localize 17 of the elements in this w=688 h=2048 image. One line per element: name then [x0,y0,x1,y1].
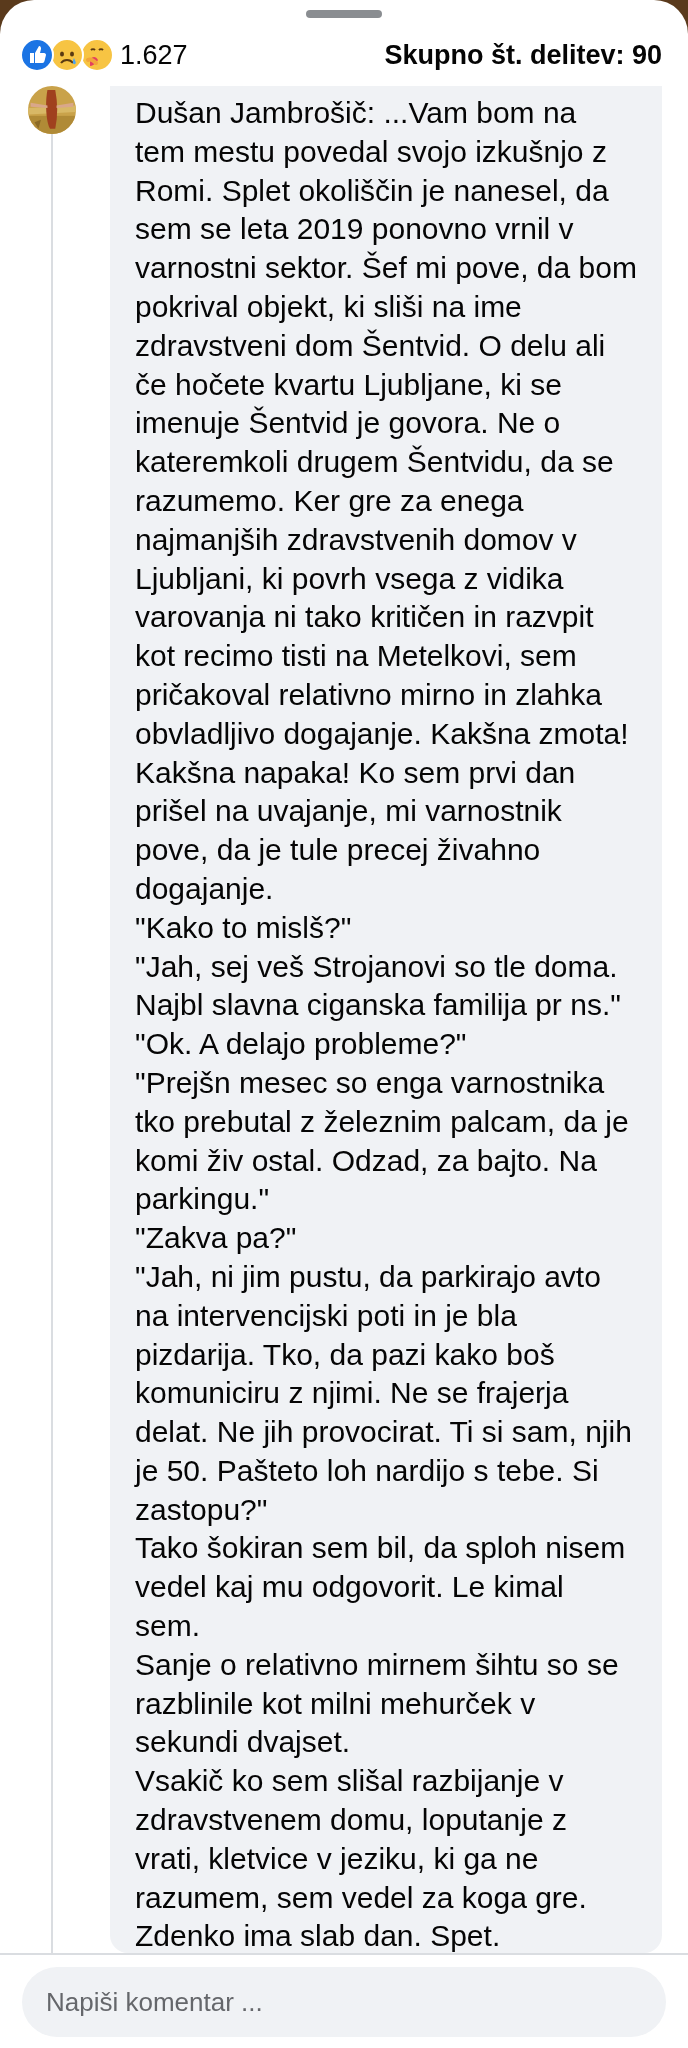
comment-text: Sanje o relativno mirnem šihtu so se razblinile kot milni mehurček v sekundi dvajset. [135,1646,620,1761]
sad-face-icon [50,38,84,72]
hug-face-icon [80,38,114,72]
share-count[interactable]: Skupno št. delitev: 90 [384,39,662,71]
comment-field[interactable]: Napiši komentar ... [22,1967,666,2037]
comment-text: Tako šokiran sem bil, da sploh nisem vedel kaj mu odgovorit. Le kimal sem. [135,1530,627,1645]
comment-text: "Jah, ni jim pustu, da parkirajo avto na intervencijski poti in je bla pizdarija. Tko, da pazi kako boš komuniciru z njimi. Ne se frajerja delat. Ne jih provocirat. Ti si sam, njih je 50. Pašteto loh nardijo s tebe. Si zastopu?" [135,1258,633,1528]
comment-text: Vsakič ko sem slišal razbijanje v zdravstvenem domu, loputanje z vrati, kletvice v jeziku, ki ga ne razumem, sem vedel za koga gre. Zdenko ima slab dan. Spet. [135,1763,588,1953]
comment-text: "Ok. A delajo probleme?" [135,1026,468,1063]
reaction-count[interactable]: 1.627 [120,39,188,71]
drag-handle[interactable] [306,10,382,18]
comment-text: "Zakva pa?" [135,1220,298,1257]
comment-text: Dušan Jambrošič: ...Vam bom na tem mestu povedal svojo izkušnjo z Romi. Splet okoliščin je nanesel, da sem se leta 2019 ponovno vrnil v varnostni sektor. Šef mi pove, da bom pokrival objekt, ki sliši na ime zdravstveni dom Šentvid. O delu ali če hočete kvartu Ljubljane, ki se imenuje Šentvid je govora. Ne o kateremkoli drugem Šentvidu, da se razumemo. Ker gre za enega najmanjših zdravstvenih domov v Ljubljani, ki povrh vsega z vidika varovanja ni tako kritičen in razvpit kot recimo tisti na Metelkovi, sem pričakoval relativno mirno in zlahka obvladljivo dogajanje. Kakšna zmota! Kakšna napaka! Ko sem prvi dan prišel na uvajanje, mi varnostnik pove, da je tule precej živahno dogajanje. [135,95,638,907]
comment-text: "Jah, sej veš Strojanovi so tle doma. Najbl slavna ciganska familija pr ns." [135,948,622,1024]
comment-text: "Kako to mislš?" [135,909,353,946]
like-icon [20,38,54,72]
comment-text: "Prejšn mesec so enga varnostnika tko prebutal z železnim palcam, da je komi živ ostal. Odzad, za bajto. Na parkingu." [135,1064,630,1218]
